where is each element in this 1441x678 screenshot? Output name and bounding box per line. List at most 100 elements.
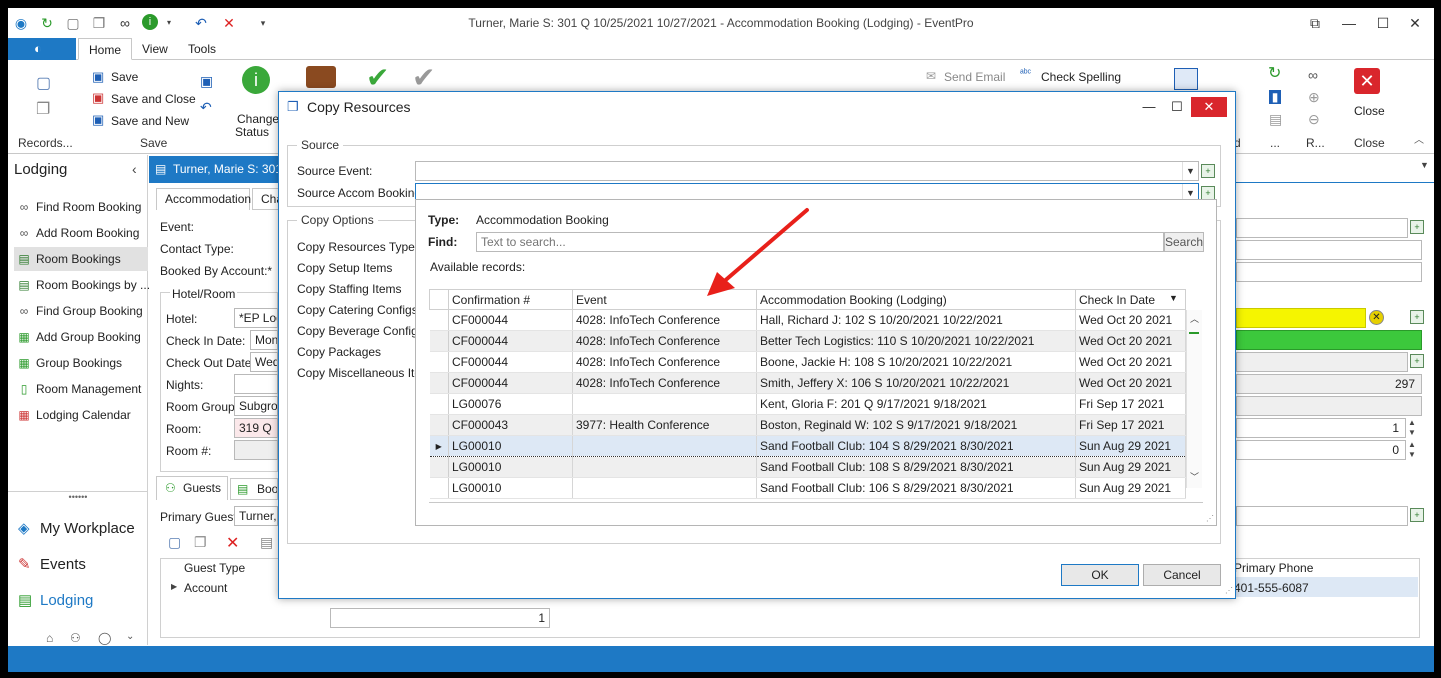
cell-event[interactable]: 4028: InfoTech Conference (572, 309, 757, 331)
chevron-down-icon[interactable]: ▼ (1182, 162, 1198, 180)
close-button[interactable]: Close (1354, 104, 1385, 118)
hotel-field-right[interactable] (1236, 308, 1366, 328)
option-beverage-configs[interactable]: Copy Beverage Configs (297, 324, 424, 338)
record-row[interactable]: CF000044 4028: InfoTech Conference Hall, R… (429, 309, 1186, 331)
col-confirmation[interactable]: Confirmation # (448, 289, 573, 310)
grid-scrollbar[interactable]: ︿ ﹀ (1186, 310, 1202, 488)
nav-lodging[interactable]: ▤ Lodging (18, 587, 93, 615)
check-spelling-button[interactable]: Check Spelling (1041, 70, 1121, 84)
room-group-field[interactable]: Subgrou (234, 396, 278, 416)
cell-event[interactable]: 4028: InfoTech Conference (572, 330, 757, 352)
cell-accom-booking[interactable]: Sand Football Club: 106 S 8/29/2021 8/30… (756, 477, 1076, 499)
document-icon[interactable]: ▤ (1269, 112, 1282, 126)
nav-my-workplace[interactable]: ◈ My Workplace (18, 515, 135, 543)
record-row[interactable]: ▶ LG00010 Sand Football Club: 104 S 8/29/2… (429, 435, 1186, 457)
clear-hotel-icon[interactable]: ✕ (1369, 310, 1384, 325)
cell-confirmation[interactable]: LG00010 (448, 477, 573, 499)
tab-guests[interactable]: ⚇ Guests (156, 476, 228, 500)
tab-tools[interactable]: Tools (178, 38, 226, 60)
cell-confirmation[interactable]: CF000044 (448, 309, 573, 331)
cell-confirmation[interactable]: CF000044 (448, 351, 573, 373)
tab-bookings[interactable]: ▤ Boo (230, 478, 278, 500)
send-email-button[interactable]: Send Email (944, 70, 1005, 84)
check-in-field[interactable]: Mon (250, 330, 278, 350)
cell-confirmation[interactable]: CF000044 (448, 372, 573, 394)
cell-check-in[interactable]: Wed Oct 20 2021 (1075, 309, 1186, 331)
cell-confirmation[interactable]: CF000044 (448, 330, 573, 352)
guest-type-header[interactable]: Guest Type (184, 561, 245, 575)
event-add-icon[interactable]: + (1410, 220, 1424, 234)
nav-item-add-room-booking[interactable]: ∞ Add Room Booking (14, 221, 148, 245)
save-layout-icon[interactable]: ▣ (200, 74, 213, 88)
spin-field-1[interactable]: 1 (1236, 418, 1406, 438)
more-nav-icon[interactable]: ⌄ (126, 631, 134, 642)
cell-event[interactable] (572, 477, 757, 499)
change-status-button-line2[interactable]: Status (235, 125, 269, 139)
hotel-field[interactable]: *EP Lodg (234, 308, 278, 328)
option-setup-items[interactable]: Copy Setup Items (297, 261, 392, 275)
close-window-button[interactable]: ✕ (1404, 13, 1426, 33)
cell-check-in[interactable]: Fri Sep 17 2021 (1075, 414, 1186, 436)
dialog-maximize-button[interactable]: ☐ (1169, 97, 1185, 117)
people-icon[interactable]: ⚇ (70, 631, 81, 645)
scroll-up-icon[interactable]: ︿ (1190, 312, 1199, 325)
cell-event[interactable]: 3977: Health Conference (572, 414, 757, 436)
nav-events[interactable]: ✎ Events (18, 551, 86, 579)
change-status-button[interactable]: Change (237, 112, 279, 126)
cell-check-in[interactable]: Sun Aug 29 2021 (1075, 435, 1186, 457)
nav-item-group-bookings[interactable]: ▦ Group Bookings (14, 351, 148, 375)
refresh-records-icon[interactable]: ↻ (1268, 66, 1281, 82)
event-field-right[interactable] (1236, 218, 1408, 238)
maximize-button[interactable]: ☐ (1372, 13, 1394, 33)
nav-item-room-bookings[interactable]: ▤ Room Bookings (14, 247, 148, 271)
primary-guest-add-icon[interactable]: + (1410, 508, 1424, 522)
record-row[interactable]: CF000044 4028: InfoTech Conference Boone, … (429, 351, 1186, 373)
cell-check-in[interactable]: Wed Oct 20 2021 (1075, 330, 1186, 352)
delete-guest-icon[interactable]: ✕ (226, 533, 239, 553)
cell-event[interactable] (572, 393, 757, 415)
contact-type-field-right[interactable] (1236, 240, 1422, 260)
check-icon[interactable]: ✔ (366, 64, 389, 92)
new-record-icon[interactable]: ▢ (36, 76, 51, 92)
nav-splitter[interactable]: •••••• (8, 491, 148, 505)
record-row[interactable]: LG00010 Sand Football Club: 108 S 8/29/20… (429, 456, 1186, 478)
save-and-close-button[interactable]: Save and Close (111, 92, 196, 106)
cell-check-in[interactable]: Sun Aug 29 2021 (1075, 477, 1186, 499)
cancel-button[interactable]: Cancel (1143, 564, 1221, 586)
cell-confirmation[interactable]: LG00076 (448, 393, 573, 415)
find-input[interactable] (476, 232, 1164, 252)
source-event-combo[interactable]: ▼ (415, 161, 1199, 181)
primary-phone-header[interactable]: Primary Phone (1234, 561, 1313, 575)
check-out-field[interactable]: Wed (250, 352, 278, 372)
suitcase-icon[interactable] (306, 66, 336, 88)
tab-view[interactable]: View (132, 38, 178, 60)
check-out-field-right[interactable] (1236, 352, 1408, 372)
booked-by-field-right[interactable] (1236, 262, 1422, 282)
scroll-down-icon[interactable]: ﹀ (1190, 470, 1199, 483)
copy-record-icon[interactable]: ❐ (36, 102, 50, 118)
source-event-add-icon[interactable]: + (1201, 164, 1215, 178)
report-icon[interactable] (1174, 68, 1198, 90)
record-row[interactable]: CF000044 4028: InfoTech Conference Smith, … (429, 372, 1186, 394)
check-out-add-icon[interactable]: + (1410, 354, 1424, 368)
cell-event[interactable] (572, 456, 757, 478)
down-arrow-icon[interactable]: ⊖ (1308, 112, 1320, 126)
resize-grip-icon[interactable]: ⋰ (1206, 514, 1214, 523)
room-group-field-right[interactable] (1236, 396, 1422, 416)
spinner-icon[interactable]: ▲ ▼ (1408, 418, 1416, 438)
collapse-nav-icon[interactable]: ‹ (132, 161, 137, 177)
record-row[interactable]: CF000043 3977: Health Conference Boston, R… (429, 414, 1186, 436)
nights-field[interactable] (234, 374, 278, 394)
cell-accom-booking[interactable]: Boone, Jackie H: 108 S 10/20/2021 10/22/… (756, 351, 1076, 373)
document-tab[interactable]: ▤ Turner, Marie S: 301 (149, 156, 289, 182)
nav-item-add-group-booking[interactable]: ▦ Add Group Booking (14, 325, 148, 349)
cell-accom-booking[interactable]: Hall, Richard J: 102 S 10/20/2021 10/22/… (756, 309, 1076, 331)
cell-accom-booking[interactable]: Kent, Gloria F: 201 Q 9/17/2021 9/18/202… (756, 393, 1076, 415)
up-arrow-icon[interactable]: ⊕ (1308, 90, 1320, 104)
tab-accommodation[interactable]: Accommodation (156, 188, 251, 210)
restore-ribbon-icon[interactable]: ⧉ (1304, 13, 1326, 33)
room-no-field[interactable] (234, 440, 278, 460)
room-field[interactable]: 319 Q (234, 418, 278, 438)
nav-item-lodging-calendar[interactable]: ▦ Lodging Calendar (14, 403, 148, 427)
nav-item-room-bookings-by[interactable]: ▤ Room Bookings by ... (14, 273, 150, 297)
